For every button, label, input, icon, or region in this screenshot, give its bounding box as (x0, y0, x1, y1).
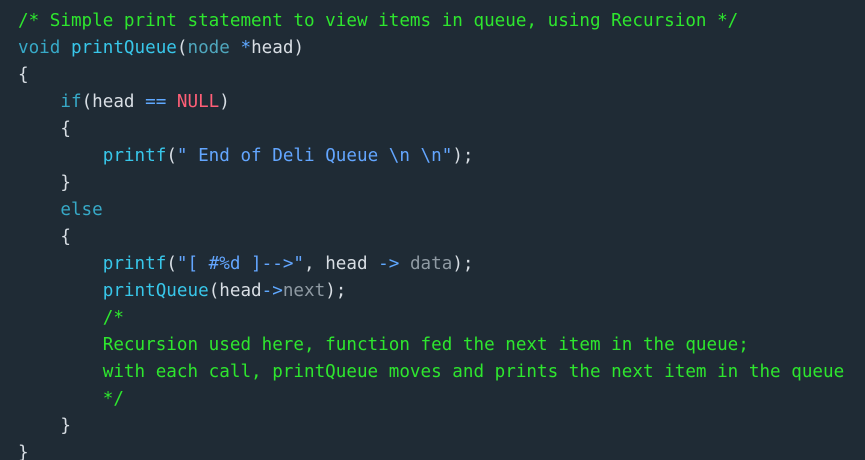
code-token: -> (261, 281, 283, 301)
code-token: /* (18, 308, 124, 328)
code-line: void printQueue(node *head) (18, 35, 844, 62)
code-token: (head (81, 92, 146, 112)
code-token: Recursion used here, function fed the ne… (18, 335, 749, 355)
code-block[interactable]: /* Simple print statement to view items … (18, 8, 844, 460)
code-token: ( (176, 38, 188, 58)
code-token: } (18, 416, 71, 436)
code-token: printQueue (102, 281, 209, 301)
code-token: ); (325, 281, 347, 301)
code-line: */ (18, 386, 844, 413)
code-line: /* (18, 305, 844, 332)
code-token: printf (102, 146, 167, 166)
code-line: { (18, 224, 844, 251)
code-token: == (145, 92, 167, 112)
code-token: ) (293, 38, 305, 58)
code-line: else (18, 197, 844, 224)
code-editor[interactable]: /* Simple print statement to view items … (0, 0, 865, 460)
code-line: with each call, printQueue moves and pri… (18, 359, 844, 386)
code-line: } (18, 170, 844, 197)
code-token: /* Simple print statement to view items … (18, 11, 739, 31)
code-token: else (60, 200, 103, 220)
code-line: Recursion used here, function fed the ne… (18, 332, 844, 359)
code-token: ); (452, 254, 474, 274)
code-line: printQueue(head->next); (18, 278, 844, 305)
code-token: { (18, 227, 71, 247)
code-token: node (187, 38, 230, 58)
code-token: head (251, 38, 294, 58)
code-token: if (60, 92, 82, 112)
code-token: * (240, 38, 252, 58)
code-token: printf (102, 254, 167, 274)
code-token: -> (378, 254, 400, 274)
code-token: printQueue (70, 38, 177, 58)
code-token: next (282, 281, 326, 301)
code-line: if(head == NULL) (18, 89, 844, 116)
code-line: { (18, 116, 844, 143)
code-token: (head (208, 281, 262, 301)
code-line: } (18, 413, 844, 440)
code-token: } (18, 173, 71, 193)
code-token: , head (304, 254, 379, 274)
code-line: printf(" End of Deli Queue \n \n"); (18, 143, 844, 170)
code-line: /* Simple print statement to view items … (18, 8, 844, 35)
code-token: ); (452, 146, 474, 166)
code-token: */ (18, 389, 124, 409)
code-token: ( (166, 254, 177, 274)
code-token: } (18, 443, 29, 460)
code-line: printf("[ #%d ]-->", head -> data); (18, 251, 844, 278)
code-token: with each call, printQueue moves and pri… (18, 362, 845, 382)
code-token: void (18, 38, 61, 58)
code-token: ( (166, 146, 177, 166)
code-token: ) (219, 92, 230, 112)
code-token: " End of Deli Queue \n \n" (176, 146, 453, 166)
code-token: "[ #%d ]-->" (176, 254, 305, 274)
code-line: { (18, 62, 844, 89)
code-token: { (18, 119, 71, 139)
code-token: NULL (176, 92, 220, 112)
code-line: } (18, 440, 844, 460)
code-token: { (18, 65, 29, 85)
code-token: data (409, 254, 453, 274)
